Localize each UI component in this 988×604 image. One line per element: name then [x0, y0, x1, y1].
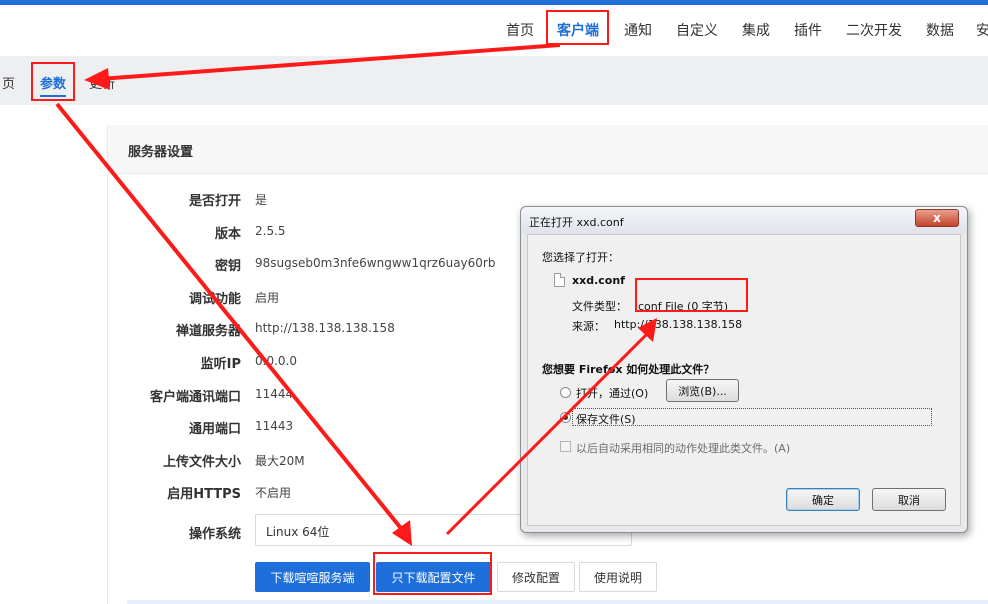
- source-value: http://138.138.138.158: [614, 318, 743, 331]
- dialog-body: 您选择了打开： xxd.conf 文件类型： conf File (0 字节) …: [527, 234, 961, 526]
- browse-button[interactable]: 浏览(B)...: [666, 379, 739, 402]
- tab-update[interactable]: 更新: [89, 73, 115, 92]
- row-label: 版本: [214, 227, 241, 242]
- download-config-button[interactable]: 只下载配置文件: [376, 562, 491, 592]
- nav-item-home[interactable]: 首页: [506, 20, 534, 40]
- nav-item-dev[interactable]: 二次开发: [846, 20, 902, 40]
- dialog-close-button[interactable]: x: [915, 209, 959, 227]
- handle-question: 您想要 Firefox 如何处理此文件？: [542, 363, 715, 376]
- sub-tab-bar: 页 参数 更新: [0, 56, 988, 105]
- bottom-strip: [127, 600, 988, 604]
- top-accent-bar: [0, 0, 988, 5]
- row-value: 0.0.0.0: [255, 354, 297, 368]
- row-value: 98sugseb0m3nfe6wngww1qrz6uay60rb: [255, 256, 496, 270]
- nav-item-security[interactable]: 安: [976, 20, 988, 40]
- save-file-field: 保存文件(S): [572, 408, 932, 426]
- tab-params[interactable]: 参数: [40, 73, 67, 97]
- row-label: 密钥: [214, 259, 241, 274]
- panel-header: 服务器设置: [108, 125, 988, 174]
- dialog-titlebar[interactable]: 正在打开 xxd.conf x: [521, 207, 967, 234]
- row-value: 11443: [255, 419, 294, 433]
- row-label: 通用端口: [188, 422, 241, 437]
- tab-home[interactable]: 页: [2, 73, 15, 92]
- save-file-label: 保存文件(S): [576, 413, 636, 426]
- row-value: 不启用: [255, 486, 292, 500]
- row-label: 监听IP: [200, 357, 241, 372]
- os-select-value: Linux 64位: [266, 525, 330, 539]
- file-icon: [554, 273, 565, 287]
- open-with-radio[interactable]: [560, 387, 571, 398]
- cancel-button[interactable]: 取消: [872, 488, 946, 511]
- filetype-value: conf File (0 字节): [638, 300, 729, 313]
- row-label: 客户端通讯端口: [149, 390, 241, 405]
- nav-item-notify[interactable]: 通知: [624, 20, 652, 40]
- row-label: 是否打开: [188, 194, 241, 209]
- row-value: 启用: [255, 291, 280, 305]
- row-label: 调试功能: [188, 292, 241, 307]
- file-name: xxd.conf: [572, 274, 625, 287]
- auto-action-checkbox[interactable]: [560, 441, 571, 452]
- chosen-to-open-text: 您选择了打开：: [542, 251, 619, 264]
- auto-action-label: 以后自动采用相同的动作处理此类文件。(A): [576, 442, 791, 455]
- row-value: 11444: [255, 387, 294, 401]
- row-value: 最大20M: [255, 454, 305, 468]
- close-icon: x: [933, 211, 941, 225]
- source-label: 来源：: [572, 320, 605, 333]
- edit-config-button[interactable]: 修改配置: [497, 562, 575, 592]
- download-server-button[interactable]: 下载喧喧服务端: [255, 562, 370, 592]
- row-value: http://138.138.138.158: [255, 321, 395, 335]
- open-file-dialog: 正在打开 xxd.conf x 您选择了打开： xxd.conf 文件类型： c…: [520, 206, 968, 533]
- row-label: 上传文件大小: [162, 455, 241, 470]
- open-with-label: 打开，通过(O): [576, 387, 649, 400]
- nav-item-data[interactable]: 数据: [926, 20, 954, 40]
- row-value: 是: [255, 193, 268, 207]
- nav-item-client[interactable]: 客户端: [557, 20, 599, 40]
- nav-item-plugin[interactable]: 插件: [794, 20, 822, 40]
- main-nav: 首页 客户端 通知 自定义 集成 插件 二次开发 数据 安: [0, 14, 988, 50]
- save-file-radio[interactable]: [560, 412, 571, 423]
- usage-button[interactable]: 使用说明: [579, 562, 657, 592]
- row-value: 2.5.5: [255, 224, 286, 238]
- nav-item-custom[interactable]: 自定义: [676, 20, 718, 40]
- row-label: 启用HTTPS: [167, 487, 241, 502]
- row-label: 禅道服务器: [175, 324, 241, 339]
- filetype-label: 文件类型：: [572, 300, 627, 313]
- os-label: 操作系统: [188, 527, 241, 542]
- ok-button[interactable]: 确定: [786, 488, 860, 511]
- dialog-title: 正在打开 xxd.conf: [529, 216, 624, 229]
- panel-title: 服务器设置: [128, 145, 194, 160]
- nav-item-integration[interactable]: 集成: [742, 20, 770, 40]
